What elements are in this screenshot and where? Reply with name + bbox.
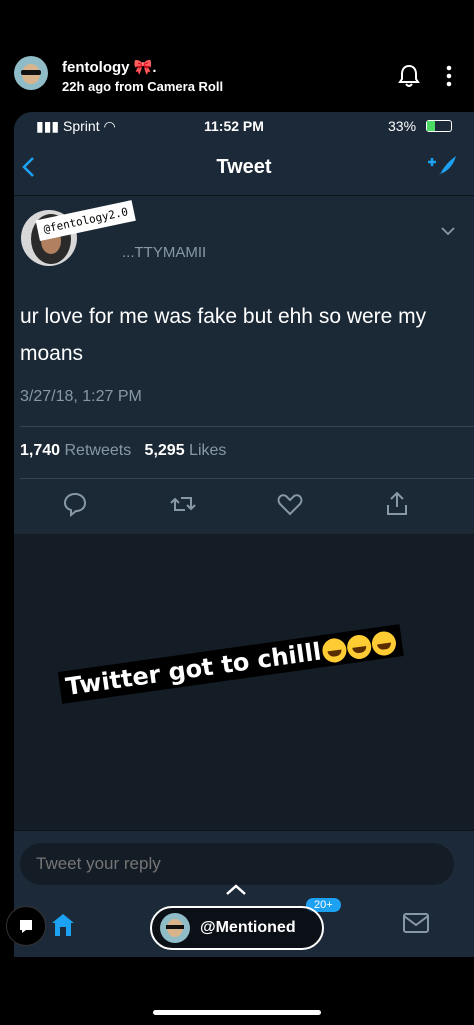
avatar[interactable]: [14, 56, 48, 90]
retweets-count[interactable]: 1,740: [20, 442, 60, 459]
more-icon[interactable]: [444, 64, 454, 88]
battery-icon: [426, 120, 452, 132]
divider: [20, 426, 474, 427]
home-icon[interactable]: [50, 912, 76, 938]
tweet-handle[interactable]: ...TTYMAMII: [122, 244, 206, 261]
reply-icon[interactable]: [61, 490, 89, 518]
retweets-label[interactable]: Retweets: [65, 442, 132, 459]
nav-bar: Tweet: [14, 140, 474, 196]
clock: 11:52 PM: [204, 118, 264, 134]
chat-icon: [20, 920, 32, 933]
battery-percent: 33%: [388, 118, 417, 134]
divider: [20, 478, 474, 479]
handle-sticker: @fentology2.0: [35, 200, 136, 241]
mail-icon[interactable]: [402, 912, 430, 934]
retweet-icon[interactable]: [169, 490, 197, 518]
share-icon[interactable]: [383, 490, 411, 518]
reply-input[interactable]: [20, 843, 454, 885]
chevron-up-icon[interactable]: [225, 884, 247, 896]
tweet-card: @fentology2.0 ...TTYMAMII ur love for me…: [14, 196, 474, 534]
like-icon[interactable]: [276, 490, 304, 518]
tweet-text: ur love for me was fake but ehh so were …: [20, 305, 427, 365]
screenshot-frame: ▮▮▮ Sprint ◠ 11:52 PM 33% Tweet @fentolo…: [14, 112, 474, 957]
avatar: [160, 913, 190, 943]
tweet-actions: [14, 490, 474, 520]
wifi-icon: ◠: [103, 118, 116, 134]
chevron-down-icon[interactable]: [440, 226, 456, 236]
likes-count[interactable]: 5,295: [145, 442, 185, 459]
signal-icon: ▮▮▮: [36, 118, 64, 134]
story-timestamp: 22h ago from Camera Roll: [62, 79, 224, 94]
home-indicator: [153, 1010, 321, 1015]
carrier-label: Sprint: [63, 118, 100, 134]
ios-status-bar: ▮▮▮ Sprint ◠ 11:52 PM 33%: [14, 112, 474, 140]
laughing-emoji-icon: [345, 633, 373, 661]
mention-label: @Mentioned: [200, 919, 296, 936]
story-header: fentology 🎀. 22h ago from Camera Roll: [0, 0, 474, 110]
battery-level: [427, 121, 435, 131]
avatar-glasses: [166, 925, 184, 929]
story-username[interactable]: fentology 🎀.: [62, 58, 157, 76]
tweet-stats: 1,740 Retweets 5,295 Likes: [20, 442, 226, 460]
bell-icon[interactable]: [398, 64, 420, 88]
carrier: ▮▮▮ Sprint ◠: [36, 118, 116, 135]
avatar-glasses: [21, 70, 41, 75]
likes-label[interactable]: Likes: [189, 442, 226, 459]
page-title: Tweet: [216, 156, 272, 178]
compose-tweet-icon[interactable]: [424, 152, 460, 182]
tweet-date: 3/27/18, 1:27 PM: [20, 388, 142, 405]
laughing-emoji-icon: [369, 629, 398, 658]
mention-pill[interactable]: @Mentioned: [150, 906, 324, 950]
laughing-emoji-icon: [320, 636, 348, 665]
